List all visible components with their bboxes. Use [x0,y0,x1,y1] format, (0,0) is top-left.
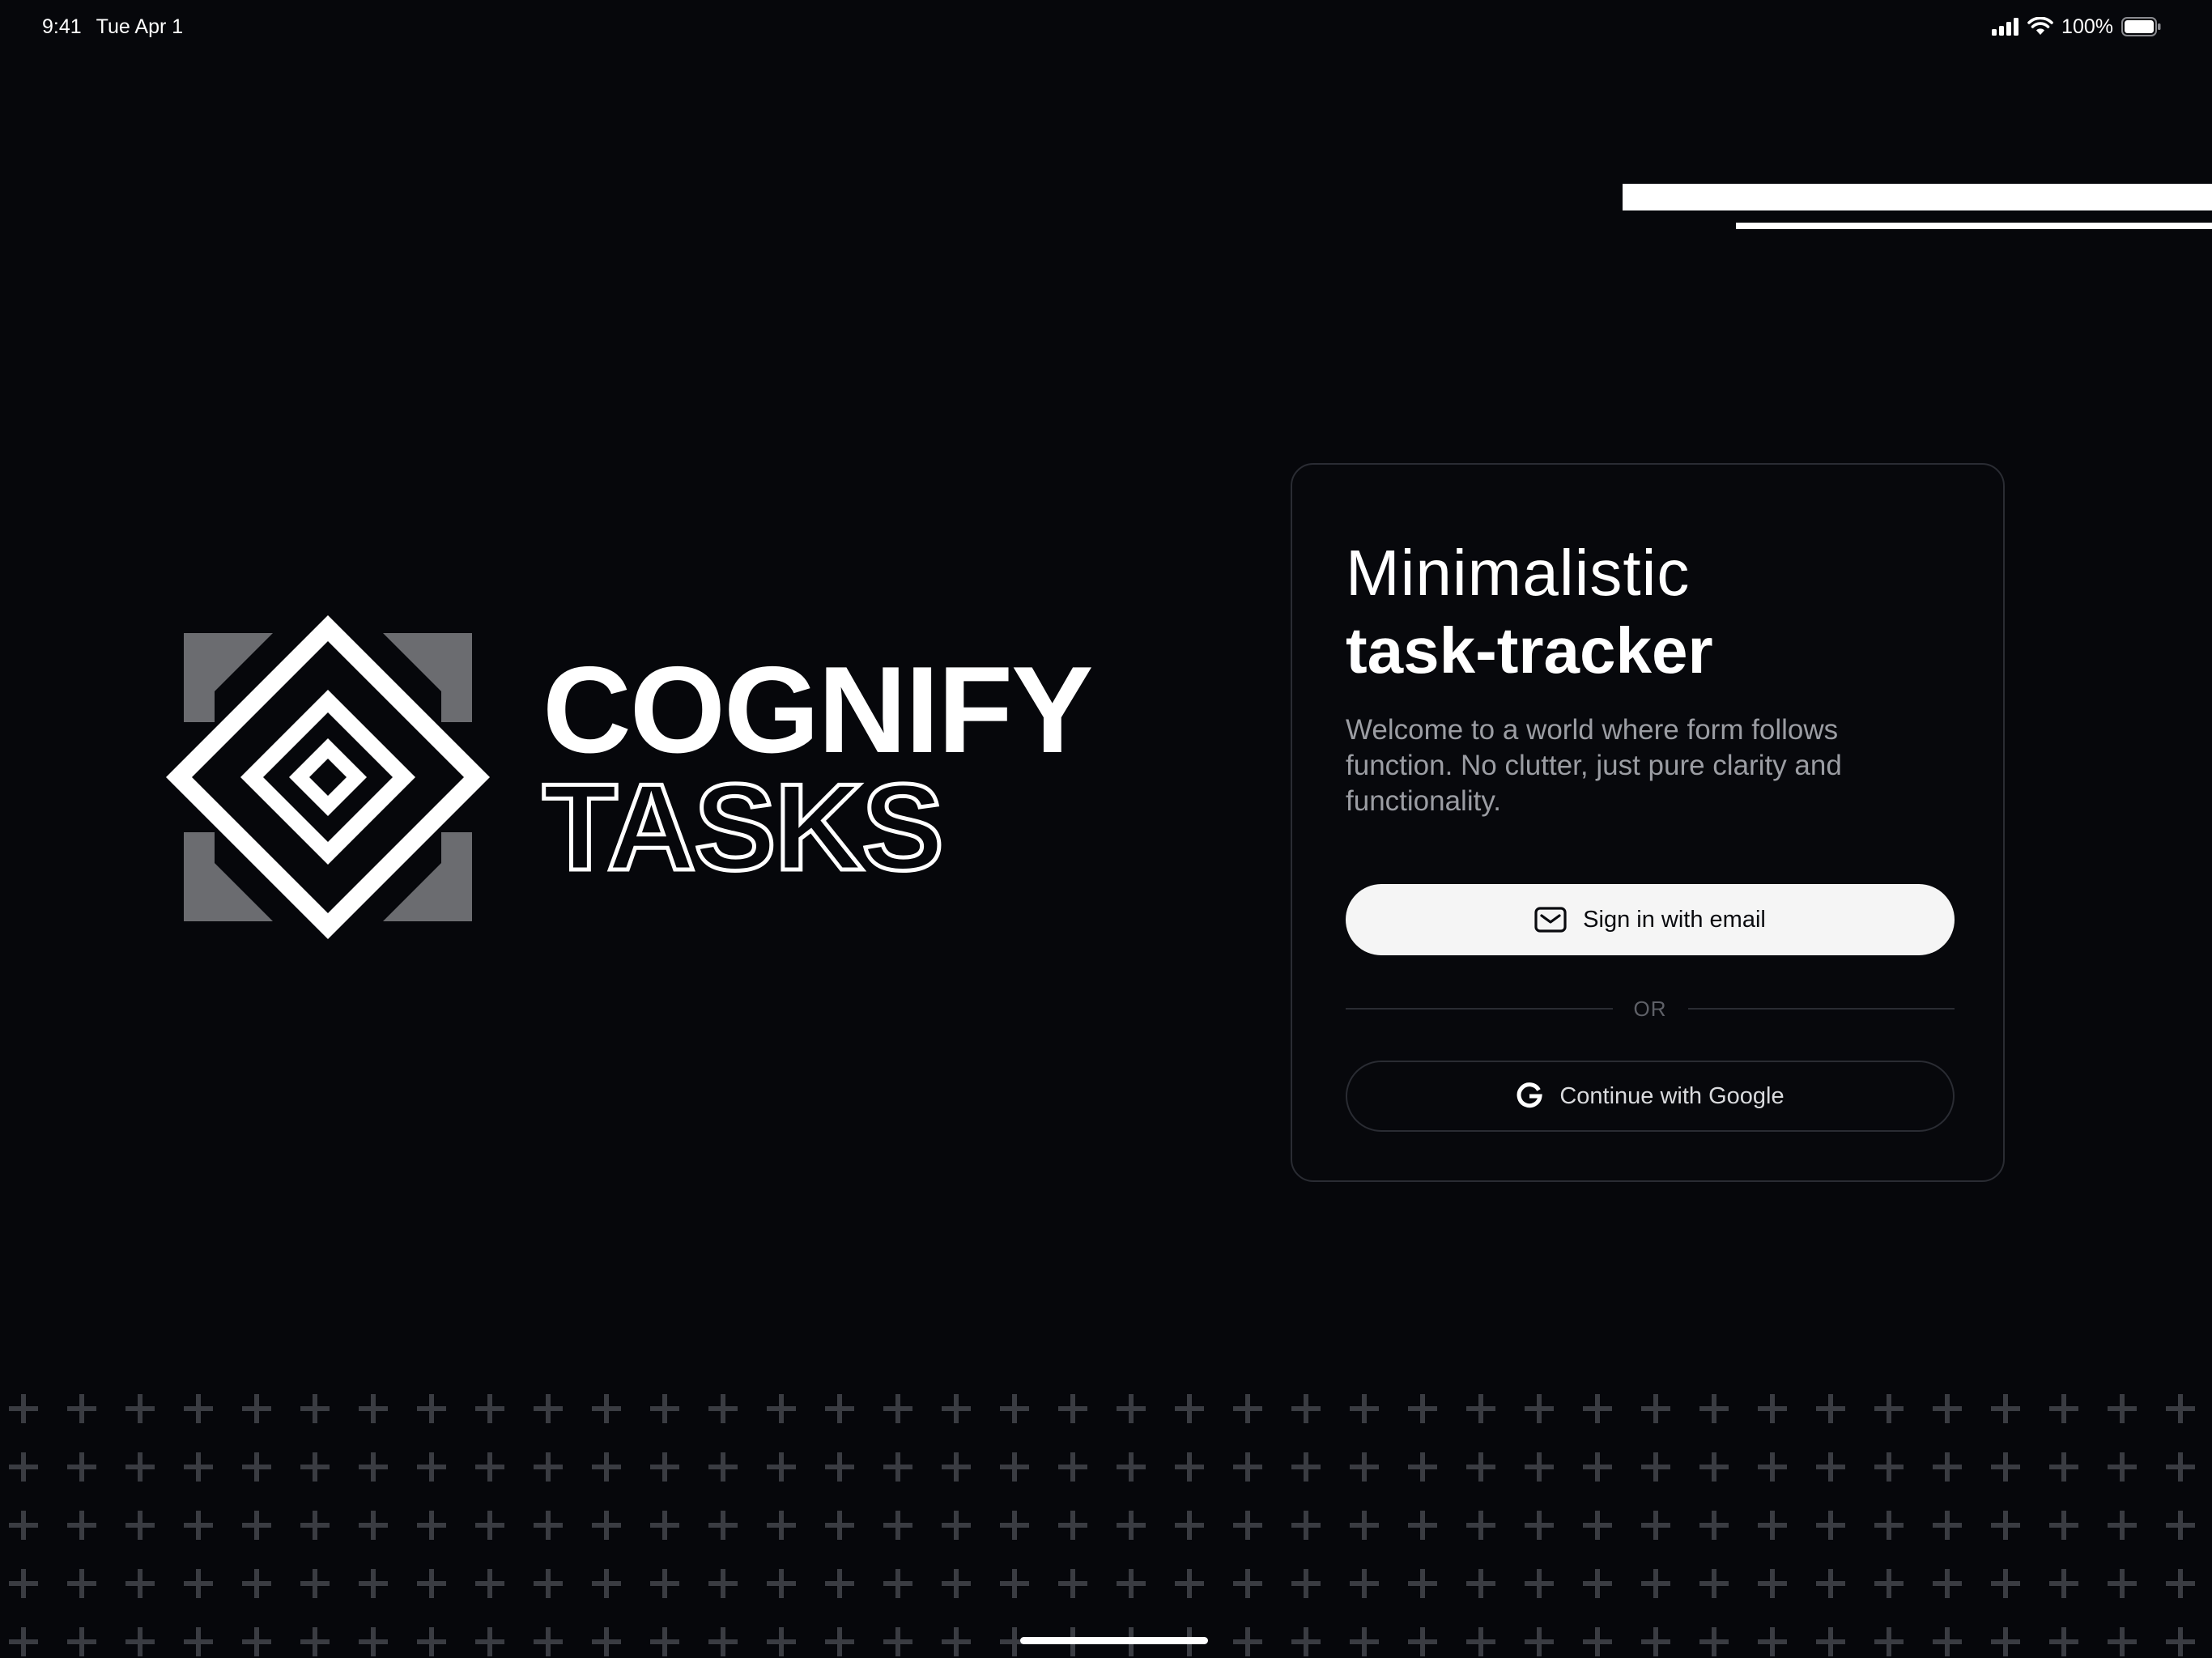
cellular-signal-icon [1992,18,2019,36]
headline-bold: task-tracker [1346,614,1713,687]
battery-percent: 100% [2061,15,2113,38]
status-bar-left: 9:41 Tue Apr 1 [42,15,183,39]
or-divider: OR [1346,991,1955,1027]
wordmark-top: COGNIFY [542,641,1093,779]
status-bar-right: 100% [1992,13,2162,40]
wifi-icon [2027,17,2053,36]
divider-line-right [1687,1008,1955,1010]
home-indicator[interactable] [1020,1637,1208,1644]
concentric-diamond-logo-icon [162,611,494,943]
status-date: Tue Apr 1 [96,15,184,38]
status-time: 9:41 [42,15,82,38]
continue-with-google-button[interactable]: Continue with Google [1346,1061,1955,1132]
brand-wordmark: COGNIFY TASKS [540,641,1093,896]
headline-light: Minimalistic [1346,537,1691,609]
google-button-label: Continue with Google [1559,1082,1784,1109]
sign-in-with-email-button[interactable]: Sign in with email [1346,884,1955,955]
wordmark-bottom: TASKS [540,759,946,896]
card-description: Welcome to a world where form follows fu… [1346,714,1842,817]
battery-icon [2121,17,2162,36]
divider-line-left [1346,1008,1613,1010]
decorative-plus-pattern [0,1380,2212,1658]
decorative-stripe-thick [1623,184,2212,210]
sign-in-card: Minimalistic task-tracker Welcome to a w… [1291,463,2005,1182]
decorative-stripe-thin [1736,223,2212,229]
card-headline: Minimalistic task-tracker [1346,534,1961,690]
divider-label: OR [1633,996,1667,1021]
email-button-label: Sign in with email [1583,906,1766,933]
login-screen: 9:41 Tue Apr 1 100% COGNIFY TASKS Minima… [0,0,2212,1658]
mail-icon [1534,907,1567,933]
google-g-icon [1516,1082,1543,1110]
